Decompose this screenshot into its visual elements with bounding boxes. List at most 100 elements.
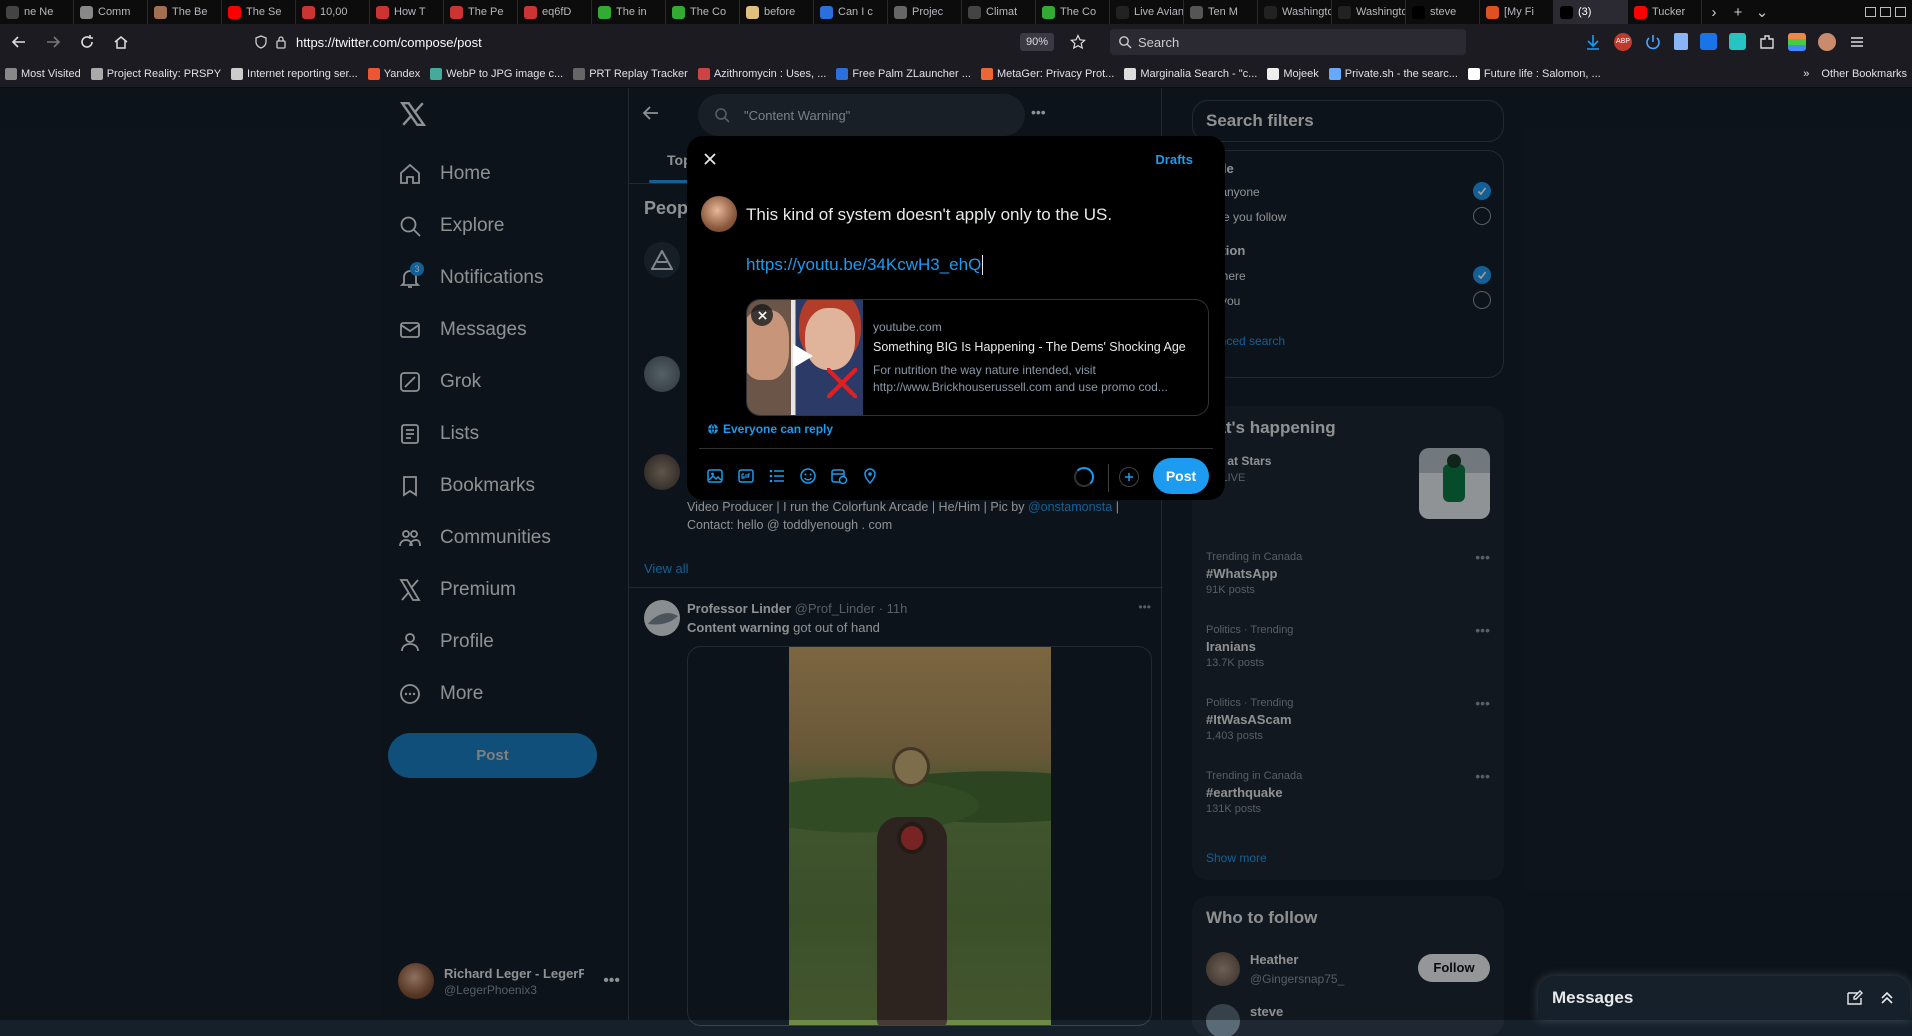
link-card-thumbnail[interactable]	[747, 300, 863, 415]
browser-tab[interactable]: The Se	[222, 0, 296, 24]
browser-tab[interactable]: Projec	[888, 0, 962, 24]
bookmarks-bar: Most Visited Project Reality: PRSPY Intern…	[0, 60, 1912, 88]
zoom-level[interactable]: 90%	[1019, 33, 1054, 51]
tab-favicon-icon	[1190, 5, 1203, 19]
chevron-right-icon[interactable]: ›	[1702, 0, 1726, 24]
poll-icon[interactable]	[768, 467, 786, 485]
reply-setting-button[interactable]: Everyone can reply	[707, 422, 833, 436]
page-icon[interactable]	[1674, 33, 1688, 50]
color-lines-icon[interactable]	[1788, 33, 1806, 51]
bookmark-item[interactable]: Marginalia Search - "c...	[1119, 67, 1262, 80]
tab-favicon-icon	[820, 5, 833, 19]
bookmark-label: Internet reporting ser...	[247, 67, 358, 80]
account-icon[interactable]	[1818, 33, 1836, 51]
browser-tab[interactable]: The Co	[666, 0, 740, 24]
location-icon[interactable]	[861, 467, 879, 485]
lock-icon[interactable]	[274, 35, 288, 49]
reload-icon[interactable]	[72, 27, 102, 57]
bookmark-item[interactable]: Project Reality: PRSPY	[86, 67, 226, 80]
browser-search-box[interactable]: Search	[1110, 29, 1466, 55]
globe-icon	[708, 423, 718, 435]
tab-favicon-icon	[6, 5, 19, 19]
browser-tab[interactable]: 10,00	[296, 0, 370, 24]
compose-post-button[interactable]: Post	[1153, 458, 1209, 494]
save-icon[interactable]	[1729, 33, 1746, 50]
bookmark-item[interactable]: WebP to JPG image c...	[425, 67, 568, 80]
compose-link[interactable]: https://youtu.be/34KcwH3_ehQ	[746, 255, 984, 275]
power-icon[interactable]	[1644, 33, 1662, 51]
new-message-icon[interactable]	[1846, 989, 1864, 1007]
bookmark-item[interactable]: Yandex	[363, 67, 426, 80]
compose-text[interactable]: This kind of system doesn't apply only t…	[746, 205, 1112, 225]
browser-tab[interactable]: How T	[370, 0, 444, 24]
browser-tab[interactable]: Tucker	[1628, 0, 1702, 24]
tab-title: The Pe	[468, 6, 504, 18]
browser-tab[interactable]: steve	[1406, 0, 1480, 24]
close-icon[interactable]	[703, 152, 717, 166]
tab-favicon-icon	[1338, 5, 1351, 19]
play-icon[interactable]	[793, 344, 813, 368]
browser-tab[interactable]: before	[740, 0, 814, 24]
browser-tab[interactable]: Live Avian I	[1110, 0, 1184, 24]
browser-tab[interactable]: Can I c	[814, 0, 888, 24]
browser-tab[interactable]: ne Ne	[0, 0, 74, 24]
browser-tab[interactable]: Comm	[74, 0, 148, 24]
gif-icon[interactable]	[737, 467, 755, 485]
puzzle-icon[interactable]	[1758, 33, 1776, 51]
bookmark-item[interactable]: Most Visited	[0, 67, 86, 80]
bookmark-item[interactable]: Free Palm ZLauncher ...	[831, 67, 976, 80]
window-close-icon[interactable]	[1895, 7, 1906, 17]
star-icon[interactable]	[1070, 34, 1086, 50]
browser-tab[interactable]: Washingtor	[1258, 0, 1332, 24]
bookmark-favicon-icon	[1124, 67, 1137, 80]
browser-tab[interactable]: Washingtor	[1332, 0, 1406, 24]
bookmark-item[interactable]: PRT Replay Tracker	[568, 67, 693, 80]
schedule-icon[interactable]	[830, 467, 848, 485]
shield-icon[interactable]	[254, 35, 268, 49]
browser-tab[interactable]: The Pe	[444, 0, 518, 24]
browser-tab[interactable]: eq6fD	[518, 0, 592, 24]
bookmark-item[interactable]: Azithromycin : Uses, ...	[693, 67, 831, 80]
drafts-button[interactable]: Drafts	[1155, 152, 1193, 167]
back-icon[interactable]	[4, 27, 34, 57]
minimize-icon[interactable]	[1865, 7, 1876, 17]
link-card[interactable]: youtube.com Something BIG Is Happening -…	[746, 299, 1209, 416]
download-icon[interactable]	[1584, 33, 1602, 51]
new-tab-icon[interactable]: +	[1726, 0, 1750, 24]
image-icon[interactable]	[706, 467, 724, 485]
emoji-icon[interactable]	[799, 467, 817, 485]
compose-link-text: https://youtu.be/34KcwH3_ehQ	[746, 255, 982, 274]
forward-icon[interactable]	[38, 27, 68, 57]
browser-tab[interactable]: The in	[592, 0, 666, 24]
bookmark-item[interactable]: Mojeek	[1262, 67, 1323, 80]
thumb-red-x	[827, 368, 857, 398]
other-bookmarks[interactable]: » Other Bookmarks	[1798, 68, 1912, 80]
bookmarks-overflow-icon[interactable]: »	[1803, 68, 1809, 80]
url-bar[interactable]: https://twitter.com/compose/post 90%	[246, 29, 1098, 55]
browser-tab[interactable]: Climat	[962, 0, 1036, 24]
browser-tab[interactable]: (3)	[1554, 0, 1628, 24]
browser-tab[interactable]: [My Fi	[1480, 0, 1554, 24]
maximize-icon[interactable]	[1880, 7, 1891, 17]
bookmark-item[interactable]: MetaGer: Privacy Prot...	[976, 67, 1119, 80]
browser-tab[interactable]: The Co	[1036, 0, 1110, 24]
menu-icon[interactable]	[1848, 33, 1866, 51]
messages-drawer[interactable]: Messages	[1538, 976, 1910, 1020]
tab-title: before	[764, 6, 796, 18]
close-icon	[757, 310, 767, 320]
add-thread-button[interactable]	[1119, 467, 1139, 487]
extension-blue-icon[interactable]	[1700, 33, 1717, 50]
bookmark-item[interactable]: Private.sh - the searc...	[1324, 67, 1463, 80]
bookmark-item[interactable]: Internet reporting ser...	[226, 67, 363, 80]
chevron-up-icon[interactable]	[1878, 989, 1896, 1007]
adblock-icon[interactable]: ABP	[1614, 33, 1632, 51]
remove-card-button[interactable]	[751, 304, 773, 326]
search-engine-icon	[1119, 36, 1132, 49]
home-icon[interactable]	[106, 27, 136, 57]
browser-tab[interactable]: The Be	[148, 0, 222, 24]
bookmark-label: Azithromycin : Uses, ...	[713, 67, 827, 80]
browser-tab[interactable]: Ten M	[1184, 0, 1258, 24]
tab-list-icon[interactable]: ⌄	[1750, 0, 1774, 24]
bookmark-label: MetaGer: Privacy Prot...	[996, 67, 1115, 80]
bookmark-item[interactable]: Future life : Salomon, ...	[1463, 67, 1606, 80]
